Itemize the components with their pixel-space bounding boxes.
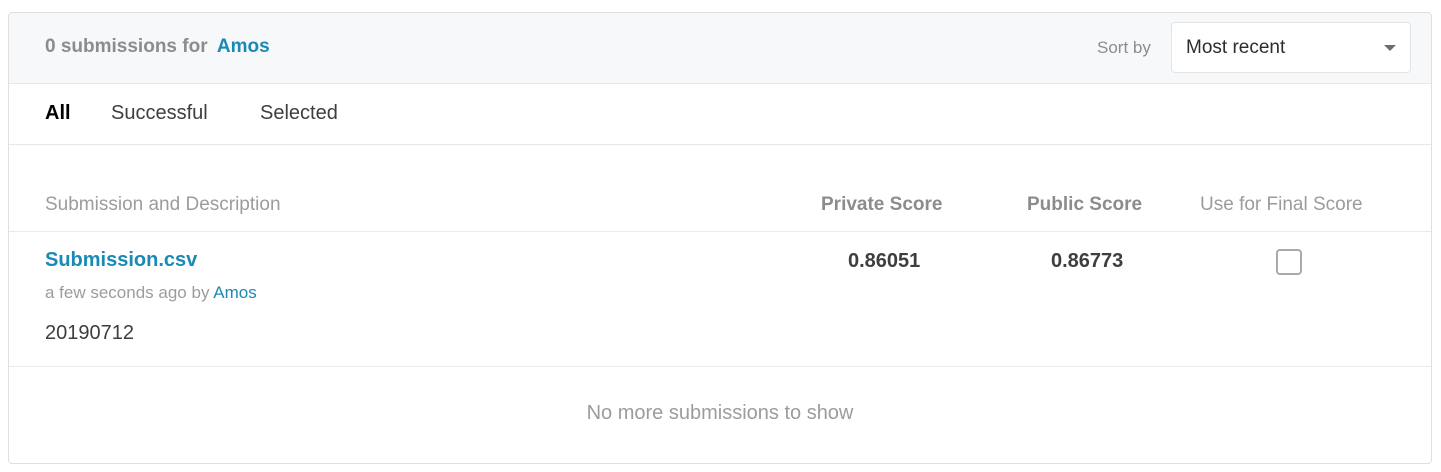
sort-select[interactable]: Most recent (1171, 22, 1411, 73)
sort-select-value: Most recent (1186, 37, 1286, 58)
row-divider (9, 366, 1431, 367)
submissions-count-text: 0 submissions for (45, 36, 208, 57)
column-header-private-score[interactable]: Private Score (821, 194, 942, 216)
submission-time: a few seconds ago by (45, 283, 210, 302)
column-header-public-score[interactable]: Public Score (1027, 194, 1142, 216)
submission-tabs: All Successful Selected (9, 84, 1431, 145)
public-score-value: 0.86773 (1051, 250, 1124, 272)
submissions-count-title: 0 submissions for Amos (45, 36, 270, 58)
submission-user-link[interactable]: Amos (213, 283, 256, 302)
sort-by-label: Sort by (1097, 38, 1151, 57)
submission-description: 20190712 (45, 322, 134, 344)
final-score-checkbox[interactable] (1276, 249, 1302, 275)
tab-successful[interactable]: Successful (111, 102, 208, 125)
tab-selected[interactable]: Selected (260, 102, 338, 125)
private-score-value: 0.86051 (848, 250, 921, 272)
submission-file-link[interactable]: Submission.csv (45, 249, 197, 272)
submissions-header: 0 submissions for Amos Sort by Most rece… (9, 13, 1431, 84)
no-more-submissions-text: No more submissions to show (586, 402, 854, 424)
tab-all[interactable]: All (45, 102, 71, 125)
submissions-panel: 0 submissions for Amos Sort by Most rece… (8, 12, 1432, 464)
chevron-down-icon (1384, 45, 1396, 51)
submission-meta: a few seconds ago by Amos (45, 283, 257, 303)
header-divider (9, 231, 1431, 232)
header-user-link[interactable]: Amos (217, 36, 270, 57)
column-header-submission: Submission and Description (45, 194, 281, 215)
column-header-final-score: Use for Final Score (1200, 194, 1363, 215)
